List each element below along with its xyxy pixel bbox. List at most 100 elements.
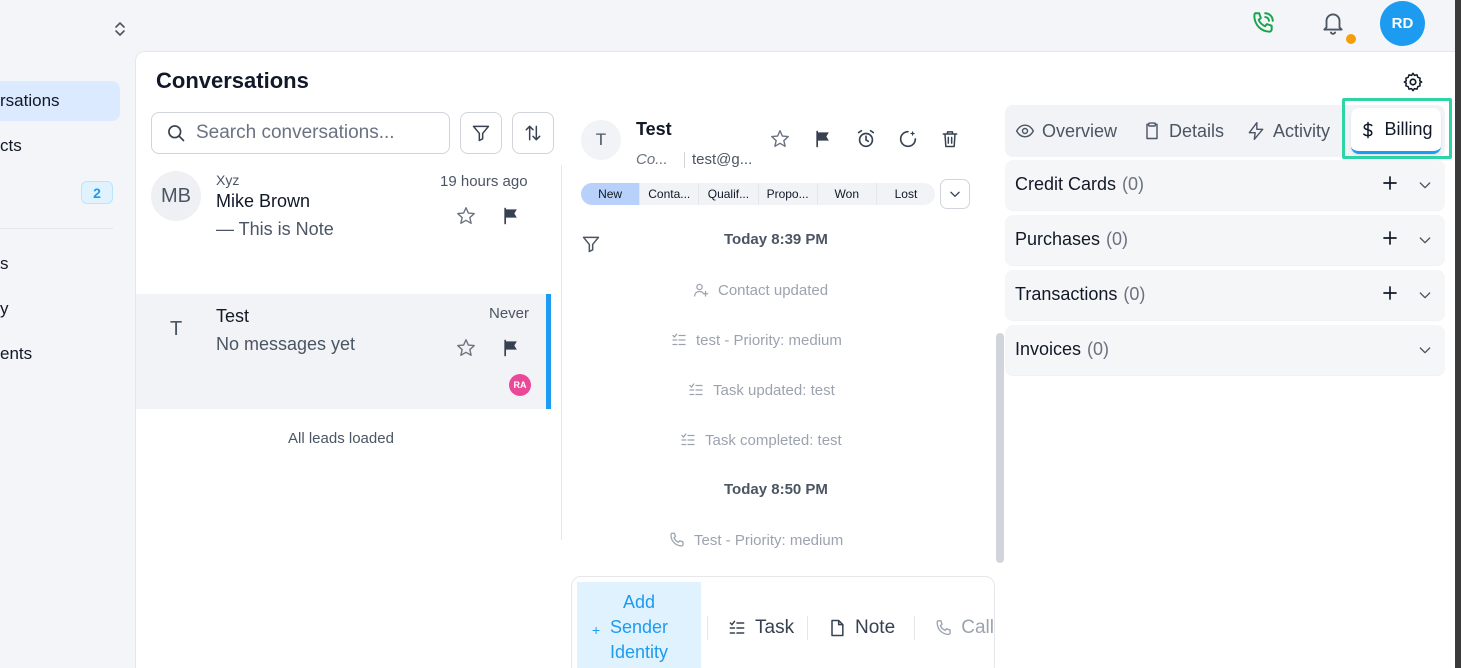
task-list-icon bbox=[689, 383, 703, 396]
tab-details[interactable]: Details bbox=[1142, 105, 1224, 157]
user-plus-icon bbox=[693, 283, 709, 297]
column-divider bbox=[561, 165, 562, 540]
stage-contacted[interactable]: Conta... bbox=[640, 183, 700, 205]
accordion-invoices[interactable]: Invoices (0) bbox=[1005, 325, 1445, 375]
tab-activity-label: Activity bbox=[1273, 120, 1331, 141]
search-icon bbox=[166, 123, 186, 143]
sort-button[interactable] bbox=[512, 112, 554, 154]
timeline-scrollbar[interactable] bbox=[996, 333, 1004, 563]
user-avatar[interactable]: RD bbox=[1380, 1, 1425, 46]
chevron-down-icon[interactable] bbox=[1417, 342, 1433, 358]
timeline-filter-icon[interactable] bbox=[581, 234, 601, 254]
stage-lost[interactable]: Lost bbox=[877, 183, 935, 205]
task-button[interactable]: Task bbox=[727, 617, 794, 639]
avatar[interactable]: MB bbox=[151, 171, 201, 221]
alarm-clock-icon[interactable] bbox=[855, 128, 877, 150]
conversation-subtitle: Xyz bbox=[216, 172, 240, 188]
contact-avatar: T bbox=[581, 120, 621, 160]
stage-qualified[interactable]: Qualif... bbox=[699, 183, 759, 205]
sidebar-item-count-badge: 2 bbox=[81, 181, 113, 204]
timeline-event-text: test - Priority: medium bbox=[696, 331, 842, 349]
star-icon[interactable] bbox=[455, 205, 477, 227]
conversation-preview: No messages yet bbox=[216, 334, 356, 354]
timeline-event-text: Contact updated bbox=[718, 281, 829, 299]
add-transaction-plus-icon[interactable] bbox=[1381, 284, 1399, 302]
refresh-sparkle-icon[interactable] bbox=[897, 128, 919, 150]
stage-new[interactable]: New bbox=[581, 183, 641, 205]
search-input[interactable] bbox=[196, 122, 436, 144]
phone-call-icon[interactable] bbox=[1250, 10, 1276, 36]
section-count: (0) bbox=[1106, 229, 1129, 249]
sidebar-item-contacts[interactable]: cts bbox=[0, 136, 22, 156]
sidebar-item-5[interactable]: y bbox=[0, 299, 9, 319]
task-list-icon bbox=[729, 620, 745, 634]
phone-icon bbox=[670, 532, 684, 547]
lightning-icon bbox=[1248, 121, 1264, 141]
workspace-switcher-chevron-icon[interactable] bbox=[112, 20, 128, 38]
avatar[interactable]: T bbox=[170, 318, 182, 341]
call-button[interactable]: Call bbox=[934, 617, 994, 639]
section-label: Invoices bbox=[1015, 339, 1082, 359]
flag-icon[interactable] bbox=[501, 337, 521, 359]
conversation-name[interactable]: Test bbox=[216, 306, 249, 327]
conversation-time: Never bbox=[489, 305, 530, 322]
add-credit-card-plus-icon[interactable] bbox=[1381, 174, 1399, 192]
tab-overview[interactable]: Overview bbox=[1015, 105, 1117, 157]
accordion-transactions[interactable]: Transactions (0) bbox=[1005, 270, 1445, 320]
accordion-purchases[interactable]: Purchases (0) bbox=[1005, 215, 1445, 265]
phone-icon bbox=[936, 620, 951, 636]
flag-icon[interactable] bbox=[813, 128, 833, 150]
window-edge bbox=[1455, 0, 1461, 668]
flag-icon[interactable] bbox=[501, 205, 521, 227]
section-label: Transactions bbox=[1015, 284, 1118, 304]
add-sender-identity-button[interactable]: + Add Sender Identity bbox=[577, 582, 701, 668]
tab-overview-label: Overview bbox=[1042, 120, 1118, 141]
separator bbox=[807, 616, 808, 640]
sidebar-item-conversations[interactable]: rsations bbox=[0, 91, 60, 111]
conversation-preview: — This is Note bbox=[216, 219, 334, 239]
conversation-time: 19 hours ago bbox=[440, 173, 528, 190]
list-footer: All leads loaded bbox=[288, 430, 394, 447]
bell-icon[interactable] bbox=[1320, 9, 1346, 35]
star-icon[interactable] bbox=[455, 337, 477, 359]
conversation-name[interactable]: Mike Brown bbox=[216, 191, 310, 212]
star-icon[interactable] bbox=[769, 128, 791, 150]
note-button[interactable]: Note bbox=[827, 617, 895, 639]
trash-icon[interactable] bbox=[940, 128, 960, 150]
sidebar-item-6[interactable]: ents bbox=[0, 344, 32, 364]
timeline-event-text: Task updated: test bbox=[713, 381, 835, 399]
timeline-event: Contact updated bbox=[692, 281, 828, 299]
section-count: (0) bbox=[1123, 284, 1146, 304]
sort-icon bbox=[525, 125, 541, 141]
tab-activity[interactable]: Activity bbox=[1246, 105, 1330, 157]
chevron-down-icon[interactable] bbox=[1417, 232, 1433, 248]
search-box[interactable] bbox=[151, 112, 450, 154]
section-label: Credit Cards bbox=[1015, 174, 1117, 194]
dollar-icon bbox=[1363, 121, 1373, 138]
tab-details-label: Details bbox=[1169, 120, 1225, 141]
note-label: Note bbox=[855, 617, 896, 638]
chevron-down-icon bbox=[950, 191, 960, 197]
sidebar-item-4[interactable]: s bbox=[0, 254, 9, 274]
pipeline-stage-bar[interactable]: New Conta... Qualif... Propo... Won Lost bbox=[581, 183, 935, 205]
filter-button[interactable] bbox=[460, 112, 502, 154]
accordion-credit-cards[interactable]: Credit Cards (0) bbox=[1005, 160, 1445, 210]
stage-dropdown-button[interactable] bbox=[940, 179, 970, 209]
timeline-event: Task updated: test bbox=[687, 381, 835, 399]
chevron-down-icon[interactable] bbox=[1417, 287, 1433, 303]
assignee-badge: RA bbox=[509, 374, 531, 396]
plus-icon: + bbox=[592, 622, 601, 638]
document-icon bbox=[831, 619, 844, 637]
settings-gear-icon[interactable] bbox=[1402, 71, 1424, 93]
contact-name[interactable]: Test bbox=[636, 119, 672, 140]
add-sender-label: Add Sender Identity bbox=[609, 592, 669, 662]
timeline-event: Test - Priority: medium bbox=[668, 531, 843, 549]
timeline-event: Task completed: test bbox=[679, 431, 842, 449]
clipboard-icon bbox=[1146, 122, 1158, 140]
tab-billing[interactable]: Billing bbox=[1351, 108, 1441, 154]
stage-won[interactable]: Won bbox=[818, 183, 877, 205]
chevron-down-icon[interactable] bbox=[1417, 177, 1433, 193]
stage-proposal[interactable]: Propo... bbox=[759, 183, 818, 205]
eye-icon bbox=[1015, 124, 1035, 138]
add-purchase-plus-icon[interactable] bbox=[1381, 229, 1399, 247]
